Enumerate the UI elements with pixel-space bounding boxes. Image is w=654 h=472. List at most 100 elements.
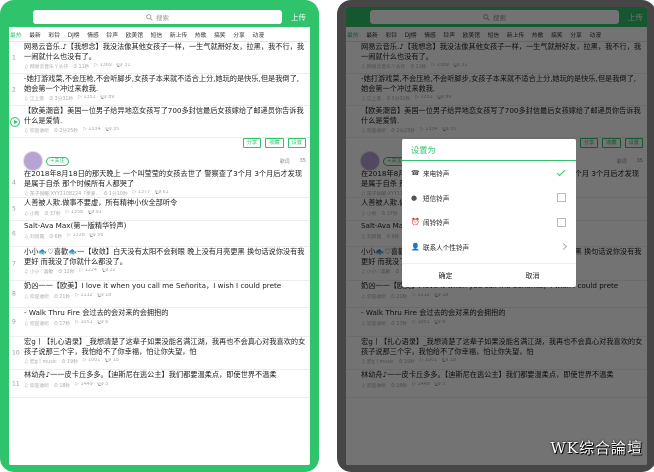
tab-11[interactable]: 分享: [233, 30, 245, 39]
ringtone-title: Salt-Ava Max(第一版精华铃声): [24, 221, 127, 230]
meta-item: 💬 6: [97, 319, 109, 325]
ok-button[interactable]: 确定: [402, 264, 489, 287]
list-item[interactable]: 1 网易云音乐.♪【我想念】我没法像其他女孩子一样，一生气就掰好友，拉黑，我不行，…: [9, 42, 310, 74]
meta-item: 💬 89: [100, 95, 115, 101]
tab-8[interactable]: 新上传: [170, 30, 187, 39]
meta-item: ▷ 1001: [82, 358, 101, 364]
meta-item: ⏱ 18秒: [54, 383, 71, 389]
meta-icon: ▷: [132, 190, 137, 196]
chevron-right-icon: [559, 243, 568, 251]
cancel-button[interactable]: 取消: [489, 264, 576, 287]
follow-button[interactable]: +关注: [46, 156, 69, 166]
meta-icon: ⏱: [49, 97, 53, 103]
list-item[interactable]: 9 - Walk Thru Fire 会过去的会对来的会拥抱的 ♫ 欢迎收听 ⏱ 17…: [9, 308, 310, 337]
meta-icon: ♫: [24, 234, 29, 240]
meta-icon: 💬: [155, 190, 162, 196]
tablet-right: 搜索 上传 最热最新彩铃DJ榜情感铃声欧美馆短信新上传热歌搞笑分享动漫 网易云音…: [337, 0, 654, 472]
ringtone-meta: ♫ 小小♡喜歡 ⏱ 12秒 ▷ 1224 💬 22: [24, 268, 306, 275]
meta-icon: ♫: [24, 360, 29, 366]
meta-icon: ⏱: [103, 192, 108, 198]
search-box[interactable]: 搜索: [33, 10, 282, 24]
checkbox-checked[interactable]: [557, 169, 566, 178]
watermark: WK综合論壇: [550, 439, 643, 457]
meta-icon: ⏱: [58, 270, 63, 276]
option-contact-ringtone[interactable]: 👤 联系人个性铃声: [402, 235, 576, 260]
meta-item: ♫ 江上客: [24, 97, 45, 103]
list-item[interactable]: 7 小小🐟♡喜歡🐟一【收敛】白天没有太阳不会刺眼 晚上没有月亮更黑 换句话说你没有…: [9, 247, 310, 281]
tab-3[interactable]: DJ榜: [68, 30, 80, 39]
avatar[interactable]: [23, 151, 43, 171]
meta-icon: ▷: [94, 63, 99, 69]
option-call-ringtone[interactable]: ☎ 来电铃声: [402, 161, 576, 186]
tab-9[interactable]: 热歌: [195, 30, 207, 39]
set-as-dialog: 设置为 ☎ 来电铃声 ● 短信铃声 ⏰ 闹铃铃声 👤 联系人个性铃声 确定 取消: [402, 139, 576, 287]
tab-1[interactable]: 最新: [29, 30, 41, 39]
ringtone-meta: ♫ 孩子很暖:XYY1108224「亲爱.. ⏱ 1分10秒 ▷ 1377 💬 61: [24, 190, 306, 197]
meta-icon: ▷: [67, 232, 72, 238]
settings-button[interactable]: 设置: [287, 138, 306, 148]
meta-item: ▷ 1449: [75, 381, 93, 387]
tab-4[interactable]: 情感: [87, 30, 99, 39]
ringtone-meta: ♫ 欢迎收听 ⏱ 18秒 ▷ 1449 💬 5: [24, 382, 306, 389]
meta-item: 💬 22: [101, 268, 116, 274]
rank-number: 1: [12, 54, 16, 61]
list-item[interactable]: 2 -她打游戏菜,不会压枪,不会听脚步,女孩子本来就不适合上分,她玩的是快乐,但是…: [9, 74, 310, 106]
ringtone-meta: ♫ 网易云音乐丫头仔 ⏱ 11秒 ▷ 1369 💬 31: [24, 63, 306, 70]
list-item[interactable]: 6 Salt-Ava Max(第一版精华铃声) ♫ 刘凤霞 ⏱ 6秒 ▷ 1328 💬 5…: [9, 221, 310, 247]
tab-7[interactable]: 短信: [151, 30, 163, 39]
meta-item: ♫ 欢迎收听: [24, 321, 50, 327]
meta-item: ♫ 孩子很暖:XYY1108224「亲爱..: [24, 192, 99, 198]
meta-icon: ⏱: [49, 234, 53, 240]
share-button[interactable]: 分享: [242, 138, 262, 148]
meta-item: ⏱ 37秒: [44, 211, 61, 217]
rank-number: 11: [12, 380, 20, 387]
meta-item: 💬 18: [105, 358, 119, 364]
meta-icon: ♫: [24, 270, 29, 276]
checkbox[interactable]: [557, 193, 566, 203]
meta-item: 💬 56: [89, 232, 104, 238]
ringtone-title: 【欧美潮音】美国一位男子给异地恋女孩写了700多封信最后女孩嫁给了邮递员你告诉我…: [24, 106, 304, 125]
play-icon[interactable]: [10, 116, 20, 127]
list-item[interactable]: 【欧美潮音】美国一位男子给异地恋女孩写了700多封信最后女孩嫁给了邮递员你告诉我…: [9, 106, 310, 138]
meta-icon: ♫: [24, 383, 29, 389]
list-item[interactable]: 8 奶凶一一【欧美】I love it when you call me Seño…: [9, 281, 310, 308]
screen-right: 搜索 上传 最热最新彩铃DJ榜情感铃声欧美馆短信新上传热歌搞笑分享动漫 网易云音…: [346, 7, 647, 465]
meta-item: ▷ 1358: [65, 209, 84, 215]
meta-item: ♫ 小小♡喜歡: [24, 270, 54, 276]
meta-icon: ▷: [83, 127, 87, 133]
uploader-row: +关注 歌词 35: [9, 149, 310, 173]
list-item[interactable]: 10 宏g丨【扎心语录】_我想清楚了这辈子如果没能名满江湖，我再也不会真心对我喜欢…: [9, 337, 310, 370]
favorite-button[interactable]: 收藏: [265, 138, 284, 148]
meta-icon: 💬: [97, 319, 104, 325]
meta-item: ▷ 1334: [83, 127, 101, 133]
list-item[interactable]: 11 林幼舟♪一一皮卡丘多多。【迪斯尼在逃公主】我们都要温柔点，即使世界不温柔 ♫ …: [9, 370, 310, 398]
option-sms-ringtone[interactable]: ● 短信铃声: [402, 186, 576, 211]
meta-icon: ▷: [79, 268, 84, 274]
dialog-title: 设置为: [402, 139, 576, 161]
meta-item: ♫ 网易云音乐丫头仔: [24, 65, 69, 71]
meta-item: ♫ 小熊: [24, 211, 40, 217]
list-item[interactable]: 4 在2018年8月18日的那天晚上 一个叫莹莹的女孩去世了 警察查了3个月 3个…: [9, 169, 310, 198]
meta-icon: ⏱: [73, 65, 77, 71]
tab-10[interactable]: 搞笑: [214, 30, 226, 39]
search-placeholder: 搜索: [156, 14, 169, 22]
meta-item: ⏱ 21秒: [54, 294, 71, 300]
category-tabs: 最热 最新 彩铃 DJ榜 情感 铃声 欧美馆 短信 新上传 热歌 搞笑 分享 动漫: [9, 27, 310, 42]
tab-5[interactable]: 铃声: [106, 30, 118, 39]
option-alarm-ringtone[interactable]: ⏰ 闹铃铃声: [402, 210, 576, 235]
tab-12[interactable]: 动漫: [252, 30, 264, 39]
checkbox[interactable]: [557, 217, 566, 227]
meta-icon: ▷: [65, 209, 70, 215]
tab-0[interactable]: 最热: [10, 30, 22, 39]
list-item[interactable]: 5 人善被人欺.做事不要虚，所有精神小伙全部听令 ♫ 小熊 ⏱ 37秒 ▷ 1358 💬 …: [9, 198, 310, 221]
meta-icon: ⏱: [44, 211, 49, 217]
rank-number: 7: [12, 260, 16, 267]
meta-icon: ▷: [75, 292, 79, 298]
meta-item: 💬 91: [88, 209, 102, 215]
meta-icon: 💬: [97, 292, 104, 298]
upload-button[interactable]: 上传: [282, 12, 306, 23]
tab-6[interactable]: 欧美馆: [126, 30, 143, 39]
tab-2[interactable]: 彩铃: [48, 30, 60, 39]
meta-item: 💬 35: [105, 127, 120, 133]
lyrics-link[interactable]: 歌词: [280, 158, 290, 165]
